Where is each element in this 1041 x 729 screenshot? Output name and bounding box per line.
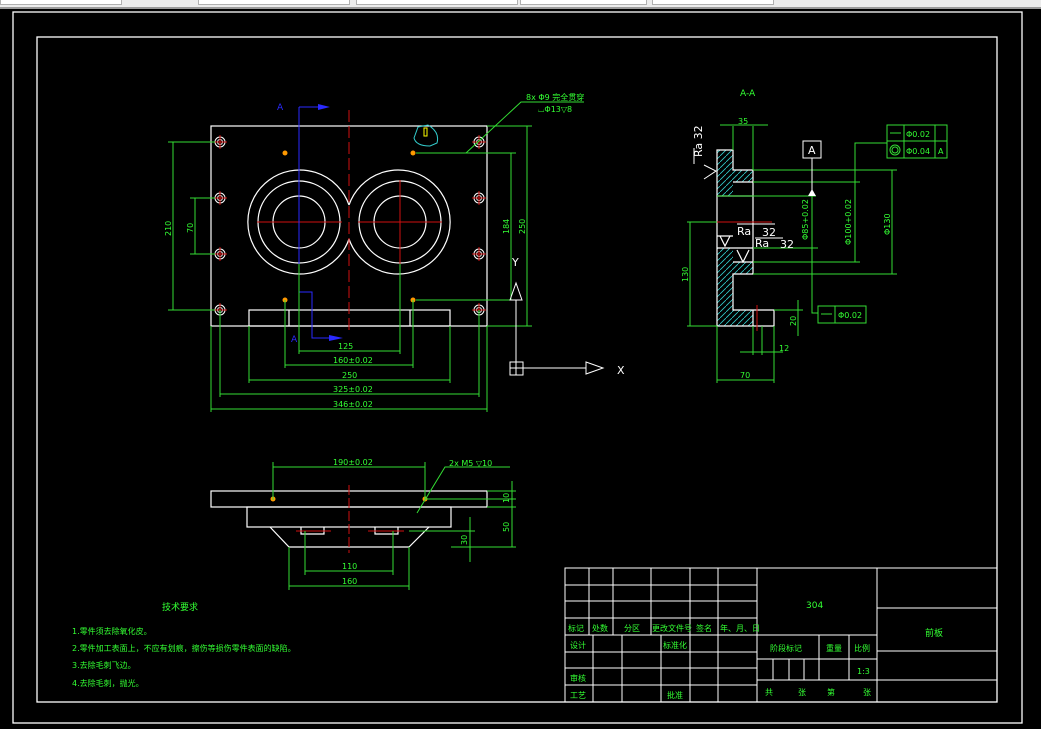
- title-block: 304 前板 标记 处数 分区 更改文件号 签名 年、月、日 设计 标准化 审核…: [564, 567, 998, 703]
- front-view: A A 125 160±0.02 250 325±0.02 346±0.02 2…: [164, 92, 584, 412]
- dim-110: 110: [342, 562, 357, 571]
- dim-190: 190±0.02: [333, 458, 373, 467]
- tech-item-3: 3.去除毛刺飞边。: [72, 660, 136, 670]
- tech-item-4: 4.去除毛刺，抛光。: [72, 678, 144, 688]
- dim-d130: Φ130: [883, 213, 892, 235]
- dim-160-side: 160: [342, 577, 357, 586]
- svg-text:第: 第: [827, 687, 835, 697]
- section-view-a-a: A-A 35 130 20 12 70 Φ85+0.02 Φ100+0.02 Φ…: [681, 89, 948, 383]
- svg-text:张: 张: [798, 688, 806, 697]
- dim-50: 50: [502, 522, 511, 532]
- svg-text:处数: 处数: [592, 623, 608, 633]
- svg-text:阶段标记: 阶段标记: [770, 643, 802, 653]
- dim-d100: Φ100+0.02: [844, 199, 853, 245]
- hole-note: 8x Φ9 完全贯穿: [526, 92, 584, 102]
- drawing-canvas[interactable]: A A 125 160±0.02 250 325±0.02 346±0.02 2…: [0, 9, 1041, 729]
- mounting-hole: [213, 191, 227, 205]
- dim-125: 125: [338, 342, 353, 351]
- toolbar-strip: [0, 0, 1041, 9]
- roughness-symbol-top: Ra 32: [692, 125, 717, 180]
- dim-160: 160±0.02: [333, 356, 373, 365]
- svg-text:批准: 批准: [667, 690, 683, 700]
- plotstyle-dropdown[interactable]: [652, 0, 774, 5]
- svg-text:签名: 签名: [696, 623, 712, 633]
- material: 304: [806, 601, 823, 611]
- svg-text:32: 32: [780, 238, 794, 251]
- mounting-hole: [472, 247, 486, 261]
- scale-value: 1:3: [857, 667, 870, 676]
- mounting-hole: [213, 135, 227, 149]
- dim-12: 12: [779, 344, 789, 353]
- dim-250: 250: [342, 371, 357, 380]
- dim-20: 20: [789, 316, 798, 326]
- color-dropdown[interactable]: [198, 0, 350, 5]
- mounting-hole: [213, 247, 227, 261]
- svg-text:张: 张: [863, 688, 871, 697]
- svg-text:比例: 比例: [854, 643, 870, 653]
- dim-184: 184: [502, 219, 511, 234]
- svg-text:工艺: 工艺: [570, 691, 586, 700]
- dim-70: 70: [186, 223, 195, 233]
- roughness-ra-1: Ra: [737, 225, 751, 238]
- dim-346: 346±0.02: [333, 400, 373, 409]
- svg-text:设计: 设计: [570, 640, 586, 650]
- tech-item-1: 1.零件须去除氧化皮。: [72, 626, 152, 636]
- datum-a: A: [802, 140, 822, 196]
- dim-70-section: 70: [740, 371, 750, 380]
- tolerance-frame-bottom: Φ0.02: [817, 305, 867, 324]
- dim-250-vertical: 250: [518, 219, 527, 234]
- dim-130: 130: [681, 267, 690, 282]
- dim-325: 325±0.02: [333, 385, 373, 394]
- ucs-x-label: X: [617, 364, 625, 377]
- layer-dropdown[interactable]: [0, 0, 122, 5]
- svg-text:更改文件号: 更改文件号: [652, 623, 692, 633]
- svg-text:共: 共: [765, 688, 773, 697]
- roughness-ra-2: Ra: [755, 237, 769, 250]
- tech-item-2: 2.零件加工表面上，不应有划痕，擦伤等损伤零件表面的缺陷。: [72, 643, 296, 653]
- svg-text:Φ0.02: Φ0.02: [838, 311, 862, 320]
- tolerance-frame-top: Φ0.02 Φ0.04 A: [886, 124, 948, 159]
- tech-title: 技术要求: [162, 601, 198, 613]
- svg-text:审核: 审核: [570, 673, 586, 683]
- svg-text:标准化: 标准化: [663, 640, 687, 650]
- svg-text:重量: 重量: [826, 643, 842, 653]
- svg-text:标记: 标记: [568, 623, 584, 633]
- thread-note: 2x M5 ▽10: [449, 459, 492, 468]
- mounting-hole: [472, 135, 486, 149]
- dim-d85: Φ85+0.02: [801, 199, 810, 240]
- hole-counterbore-note: ⌴Φ13▽8: [538, 105, 572, 114]
- dim-10: 10: [502, 493, 511, 503]
- dim-30: 30: [460, 535, 469, 545]
- dim-35: 35: [738, 117, 748, 126]
- part-name: 前板: [925, 627, 943, 639]
- tol-flatness: Φ0.02: [906, 130, 930, 139]
- dim-210: 210: [164, 221, 173, 236]
- tol-datum: A: [938, 147, 944, 156]
- side-view: 190±0.02 2x M5 ▽10 10 50 30 110 160: [210, 458, 516, 590]
- section-label-bottom: A: [291, 335, 298, 345]
- linetype-dropdown[interactable]: [356, 0, 518, 5]
- technical-requirements: 技术要求 1.零件须去除氧化皮。 2.零件加工表面上，不应有划痕，擦伤等损伤零件…: [72, 601, 296, 688]
- lineweight-dropdown[interactable]: [520, 0, 647, 5]
- section-label-top: A: [277, 103, 284, 113]
- svg-text:Ra 32: Ra 32: [692, 125, 705, 157]
- section-title: A-A: [740, 89, 756, 99]
- svg-text:A: A: [808, 144, 816, 157]
- mounting-hole: [472, 191, 486, 205]
- ucs-y-label: Y: [511, 256, 519, 269]
- svg-text:年、月、日: 年、月、日: [720, 623, 760, 633]
- tol-concentricity: Φ0.04: [906, 147, 930, 156]
- svg-text:分区: 分区: [624, 624, 640, 633]
